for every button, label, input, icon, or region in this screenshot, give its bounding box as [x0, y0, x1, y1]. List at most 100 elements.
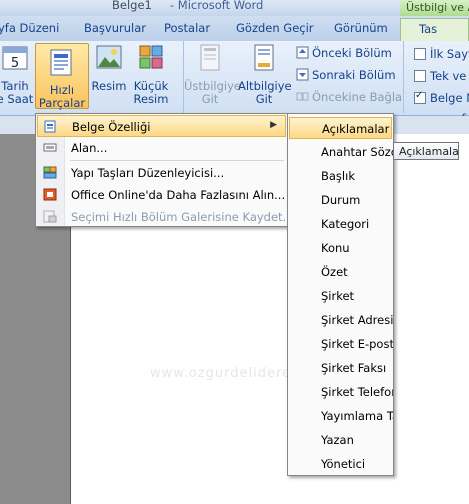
submenu-item-label: Şirket E-postası — [321, 337, 394, 351]
submenu-item-company[interactable]: Şirket — [289, 285, 392, 307]
submenu-item-keywords[interactable]: Anahtar Sözcü — [289, 141, 393, 163]
tab-page-layout[interactable]: yfa Düzeni — [0, 21, 59, 35]
menu-item-label: Seçimi Hızlı Bölüm Galerisine Kaydet... — [71, 210, 294, 224]
menu-item-label: Office Online'da Daha Fazlasını Alın... — [71, 188, 286, 202]
date-time-label-2: e Saat — [0, 92, 34, 106]
submenu-item-label: Kategori — [321, 217, 370, 231]
menu-item-document-property[interactable]: Belge Özelliği ▶ — [37, 115, 286, 137]
menu-item-field[interactable]: Alan... — [37, 137, 286, 159]
save-selection-icon — [43, 210, 57, 223]
next-section-label: Sonraki Bölüm — [312, 68, 396, 82]
show-document-text-option[interactable]: Belge M — [414, 90, 469, 105]
menu-item-label: Alan... — [71, 141, 108, 155]
submenu-item-company-address[interactable]: Şirket Adresi — [289, 309, 394, 331]
svg-text:5: 5 — [11, 56, 19, 71]
tooltip: Açıklamalar — [393, 142, 459, 160]
different-first-page-option[interactable]: İlk Sayf — [414, 47, 469, 61]
quick-parts-menu: Belge Özelliği ▶ Alan... Yapı Taşları Dü… — [35, 113, 294, 228]
clip-art-label-2: Resim — [133, 92, 169, 106]
submenu-item-subject[interactable]: Konu — [289, 237, 392, 259]
submenu-item-label: Açıklamalar — [322, 122, 390, 136]
submenu-item-label: Şirket — [321, 289, 355, 303]
quick-parts-button[interactable]: Hızlı Parçalar ▾ — [35, 43, 89, 123]
building-blocks-icon — [43, 166, 57, 179]
submenu-item-label: Şirket Telefonu — [321, 385, 393, 399]
tab-view[interactable]: Görünüm — [334, 21, 388, 35]
link-to-previous-button[interactable]: Öncekine Bağla — [296, 90, 402, 104]
submenu-item-label: Yazan — [321, 433, 354, 447]
next-section-icon — [296, 68, 309, 81]
link-to-previous-label: Öncekine Bağla — [312, 90, 403, 104]
menu-item-building-blocks-organizer[interactable]: Yapı Taşları Düzenleyicisi... — [37, 162, 286, 184]
date-time-button[interactable]: 5 Tarih e Saat — [0, 43, 34, 106]
menu-item-save-selection[interactable]: Seçimi Hızlı Bölüm Galerisine Kaydet... — [37, 206, 294, 228]
navigation-group: Üstbilgiye Git Altbilgiye Git Önceki Böl… — [184, 41, 404, 113]
menu-item-office-online[interactable]: Office Online'da Daha Fazlasını Alın... — [37, 184, 286, 206]
submenu-item-label: Şirket Adresi — [321, 313, 394, 327]
tab-design[interactable]: Tas — [400, 18, 469, 42]
goto-header-label-2: Git — [201, 92, 219, 106]
submenu-item-label: Konu — [321, 241, 350, 255]
submenu-item-label: Yönetici — [321, 457, 366, 471]
submenu-item-comments[interactable]: Açıklamalar — [289, 117, 392, 139]
document-property-icon — [44, 120, 56, 133]
submenu-item-author[interactable]: Yazan — [289, 429, 392, 451]
submenu-item-label: Özet — [321, 265, 348, 279]
submenu-item-label: Anahtar Sözcü — [321, 145, 393, 159]
document-property-submenu: Açıklamalar Anahtar Sözcü Başlık Durum K… — [287, 113, 394, 476]
clip-art-icon — [139, 45, 163, 69]
tab-review[interactable]: Gözden Geçir — [236, 21, 314, 35]
title-bar: Belge1 - Microsoft Word — [0, 0, 469, 16]
odd-even-pages-label: Tek ve Ç — [430, 69, 469, 83]
show-document-text-label: Belge M — [430, 91, 469, 105]
submenu-item-company-email[interactable]: Şirket E-postası — [289, 333, 394, 355]
submenu-item-publish-date[interactable]: Yayımlama Tarihi — [289, 405, 393, 427]
field-icon — [43, 143, 57, 152]
submenu-item-company-fax[interactable]: Şirket Faksı — [289, 357, 392, 379]
menu-separator — [70, 160, 284, 161]
ribbon: 5 Tarih e Saat Hızlı Parçalar ▾ — [0, 41, 469, 123]
quick-parts-icon — [50, 49, 72, 76]
submenu-item-status[interactable]: Durum — [289, 189, 392, 211]
tab-references[interactable]: Başvurular — [84, 21, 146, 35]
link-icon — [296, 92, 309, 101]
calendar-icon: 5 — [2, 46, 28, 71]
odd-even-pages-checkbox[interactable] — [414, 70, 426, 82]
goto-footer-button[interactable]: Altbilgiye Git — [238, 43, 292, 106]
menu-item-label: Yapı Taşları Düzenleyicisi... — [71, 166, 225, 180]
tab-mailings[interactable]: Postalar — [164, 21, 210, 35]
options-group: İlk Sayf Tek ve Ç Belge M s — [404, 41, 469, 122]
clip-art-button[interactable]: Küçük Resim — [131, 43, 171, 106]
odd-even-pages-option[interactable]: Tek ve Ç — [414, 69, 469, 83]
submenu-item-category[interactable]: Kategori — [289, 213, 392, 235]
previous-section-icon — [296, 46, 309, 59]
different-first-page-label: İlk Sayf — [430, 47, 469, 61]
picture-icon — [96, 45, 122, 69]
submenu-item-title[interactable]: Başlık — [289, 165, 392, 187]
submenu-item-company-phone[interactable]: Şirket Telefonu — [289, 381, 393, 403]
picture-label: Resim — [91, 79, 127, 93]
show-document-text-checkbox[interactable] — [414, 90, 426, 104]
document-title: Belge1 — [112, 0, 152, 12]
goto-footer-label-2: Git — [255, 92, 273, 106]
submenu-item-abstract[interactable]: Özet — [289, 261, 392, 283]
header-icon — [200, 44, 220, 71]
office-online-icon — [43, 188, 57, 201]
different-first-page-checkbox[interactable] — [414, 48, 426, 60]
submenu-item-label: Başlık — [321, 169, 355, 183]
submenu-arrow-icon: ▶ — [270, 120, 277, 130]
next-section-button[interactable]: Sonraki Bölüm — [296, 68, 396, 82]
footer-icon — [254, 44, 274, 71]
submenu-item-manager[interactable]: Yönetici — [289, 453, 392, 475]
goto-header-button[interactable]: Üstbilgiye Git — [184, 43, 241, 106]
submenu-item-label: Durum — [321, 193, 361, 207]
menu-item-label: Belge Özelliği — [72, 120, 151, 134]
app-title: - Microsoft Word — [170, 0, 264, 12]
picture-button[interactable]: Resim — [90, 43, 128, 93]
submenu-item-label: Yayımlama Tarihi — [321, 409, 393, 423]
previous-section-label: Önceki Bölüm — [312, 46, 392, 60]
submenu-item-label: Şirket Faksı — [321, 361, 387, 375]
insert-group: 5 Tarih e Saat Hızlı Parçalar ▾ — [0, 41, 184, 123]
ribbon-tabs: yfa Düzeni Başvurular Postalar Gözden Ge… — [0, 16, 469, 42]
previous-section-button[interactable]: Önceki Bölüm — [296, 46, 392, 60]
